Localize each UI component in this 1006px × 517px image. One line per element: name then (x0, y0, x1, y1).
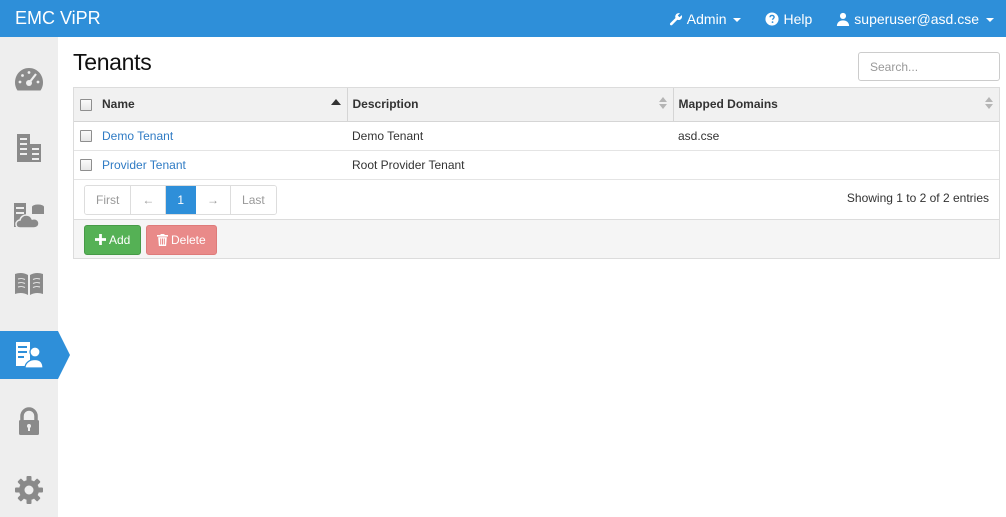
question-circle-icon (765, 11, 780, 26)
sort-asc-icon (330, 99, 341, 105)
page-1-button[interactable]: 1 (166, 185, 197, 214)
sort-icon (658, 97, 667, 111)
table-header-row: Name Description Mapped Domains (74, 88, 999, 122)
gear-icon (15, 476, 43, 504)
chevron-down-icon (986, 17, 994, 22)
sidebar (0, 37, 70, 517)
wrench-icon (669, 12, 682, 25)
tenant-description: Root Provider Tenant (347, 150, 673, 180)
top-nav-menu: Admin Help superuser@asd.cse (657, 0, 1006, 37)
lock-icon (19, 407, 39, 435)
sidebar-item-tenants[interactable] (0, 331, 70, 379)
trash-icon (157, 233, 168, 246)
tenant-mapped-domains: asd.cse (673, 121, 999, 151)
sidebar-item-dashboard[interactable] (0, 56, 58, 104)
delete-button[interactable]: Delete (146, 224, 217, 255)
page-title: Tenants (73, 49, 152, 75)
entries-info: Showing 1 to 2 of 2 entries (846, 190, 989, 205)
pagination-bar: First ← 1 → Last Showing 1 to 2 of 2 ent… (74, 179, 999, 220)
user-label: superuser@asd.cse (854, 10, 979, 27)
search-input[interactable] (858, 52, 1000, 81)
cloud-storage-icon (14, 203, 44, 229)
row-checkbox[interactable] (80, 159, 92, 172)
admin-menu[interactable]: Admin (657, 0, 754, 37)
chevron-down-icon (733, 17, 742, 22)
table-row: Demo Tenant Demo Tenant asd.cse (74, 121, 999, 151)
tenant-name-link[interactable]: Provider Tenant (102, 158, 186, 172)
tenants-table-panel: Name Description Mapped Domains Demo Ten… (73, 87, 1000, 259)
select-all-cell (74, 88, 97, 122)
column-header-name[interactable]: Name (97, 88, 348, 122)
help-link[interactable]: Help (753, 0, 824, 37)
building-icon (17, 134, 41, 162)
admin-label: Admin (686, 10, 727, 27)
tenant-name-link[interactable]: Demo Tenant (102, 129, 173, 143)
add-button[interactable]: Add (84, 224, 142, 255)
page-first-button[interactable]: First (85, 185, 132, 214)
sidebar-item-physical-assets[interactable] (0, 124, 58, 172)
page-last-button[interactable]: Last (231, 185, 276, 214)
row-checkbox[interactable] (80, 130, 92, 143)
dashboard-icon (15, 68, 43, 91)
column-header-mapped-domains[interactable]: Mapped Domains (673, 88, 999, 122)
pagination: First ← 1 → Last (84, 184, 277, 215)
table-actions: Add Delete (74, 220, 999, 260)
table-row: Provider Tenant Root Provider Tenant (74, 150, 999, 180)
tenant-icon (16, 342, 44, 369)
sidebar-item-security[interactable] (0, 398, 58, 446)
tenant-description: Demo Tenant (347, 121, 673, 151)
main-content: Tenants Name Description Mapped Domains … (58, 37, 1006, 517)
page-next-button[interactable]: → (196, 185, 232, 214)
book-icon (15, 272, 43, 295)
sidebar-item-catalog[interactable] (0, 260, 58, 308)
sidebar-item-settings[interactable] (0, 466, 58, 514)
help-label: Help (783, 10, 813, 27)
user-icon (837, 12, 850, 26)
sidebar-item-virtual-assets[interactable] (0, 192, 58, 240)
page-prev-button[interactable]: ← (131, 185, 167, 214)
tenant-mapped-domains (673, 150, 999, 180)
column-header-description[interactable]: Description (347, 88, 674, 122)
top-navbar: EMC ViPR Admin Help superuser@asd.cse (0, 0, 1006, 37)
plus-icon (95, 234, 106, 245)
sort-icon (985, 97, 993, 111)
user-menu[interactable]: superuser@asd.cse (824, 0, 1006, 37)
select-all-checkbox[interactable] (80, 99, 92, 112)
tenants-table: Name Description Mapped Domains Demo Ten… (74, 88, 999, 180)
brand-logo[interactable]: EMC ViPR (15, 8, 101, 28)
